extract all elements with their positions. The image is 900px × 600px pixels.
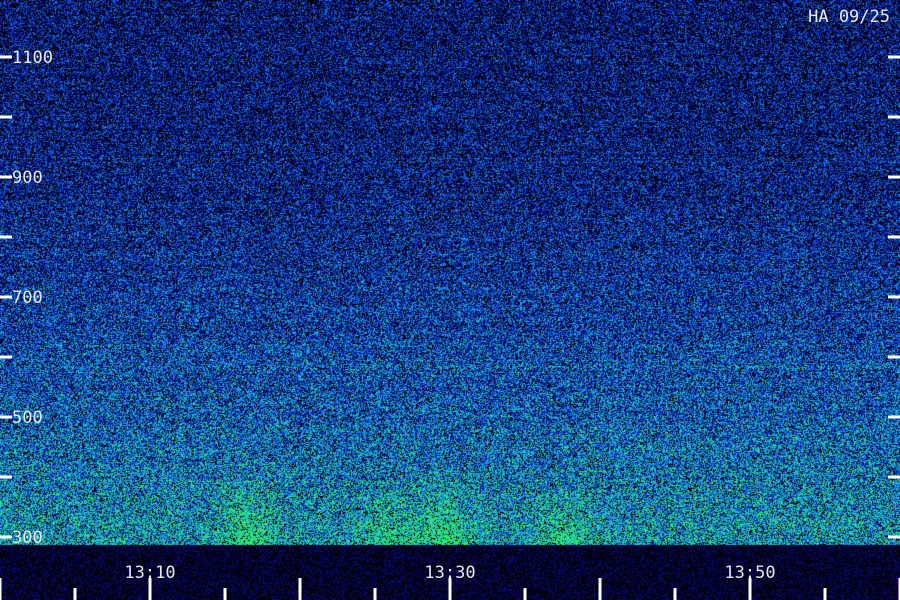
y-tick-label: 700 — [12, 288, 43, 308]
y-tick-label: 900 — [12, 168, 43, 188]
x-axis: 13:10 13:30 13:50 — [0, 563, 900, 600]
y-axis: 1100 900 700 500 300 — [0, 48, 900, 548]
x-tick-label: 13:10 — [124, 563, 175, 583]
y-tick-label: 300 — [12, 528, 43, 548]
x-tick-label: 13:50 — [724, 563, 775, 583]
spectrogram-overlay: 1100 900 700 500 300 13:10 13:30 13:50 HA 09/2… — [0, 7, 900, 600]
y-tick-label: 1100 — [12, 48, 53, 68]
y-tick-label: 500 — [12, 408, 43, 428]
chart-title: HA 09/25 — [808, 7, 890, 27]
x-tick-label: 13:30 — [424, 563, 475, 583]
